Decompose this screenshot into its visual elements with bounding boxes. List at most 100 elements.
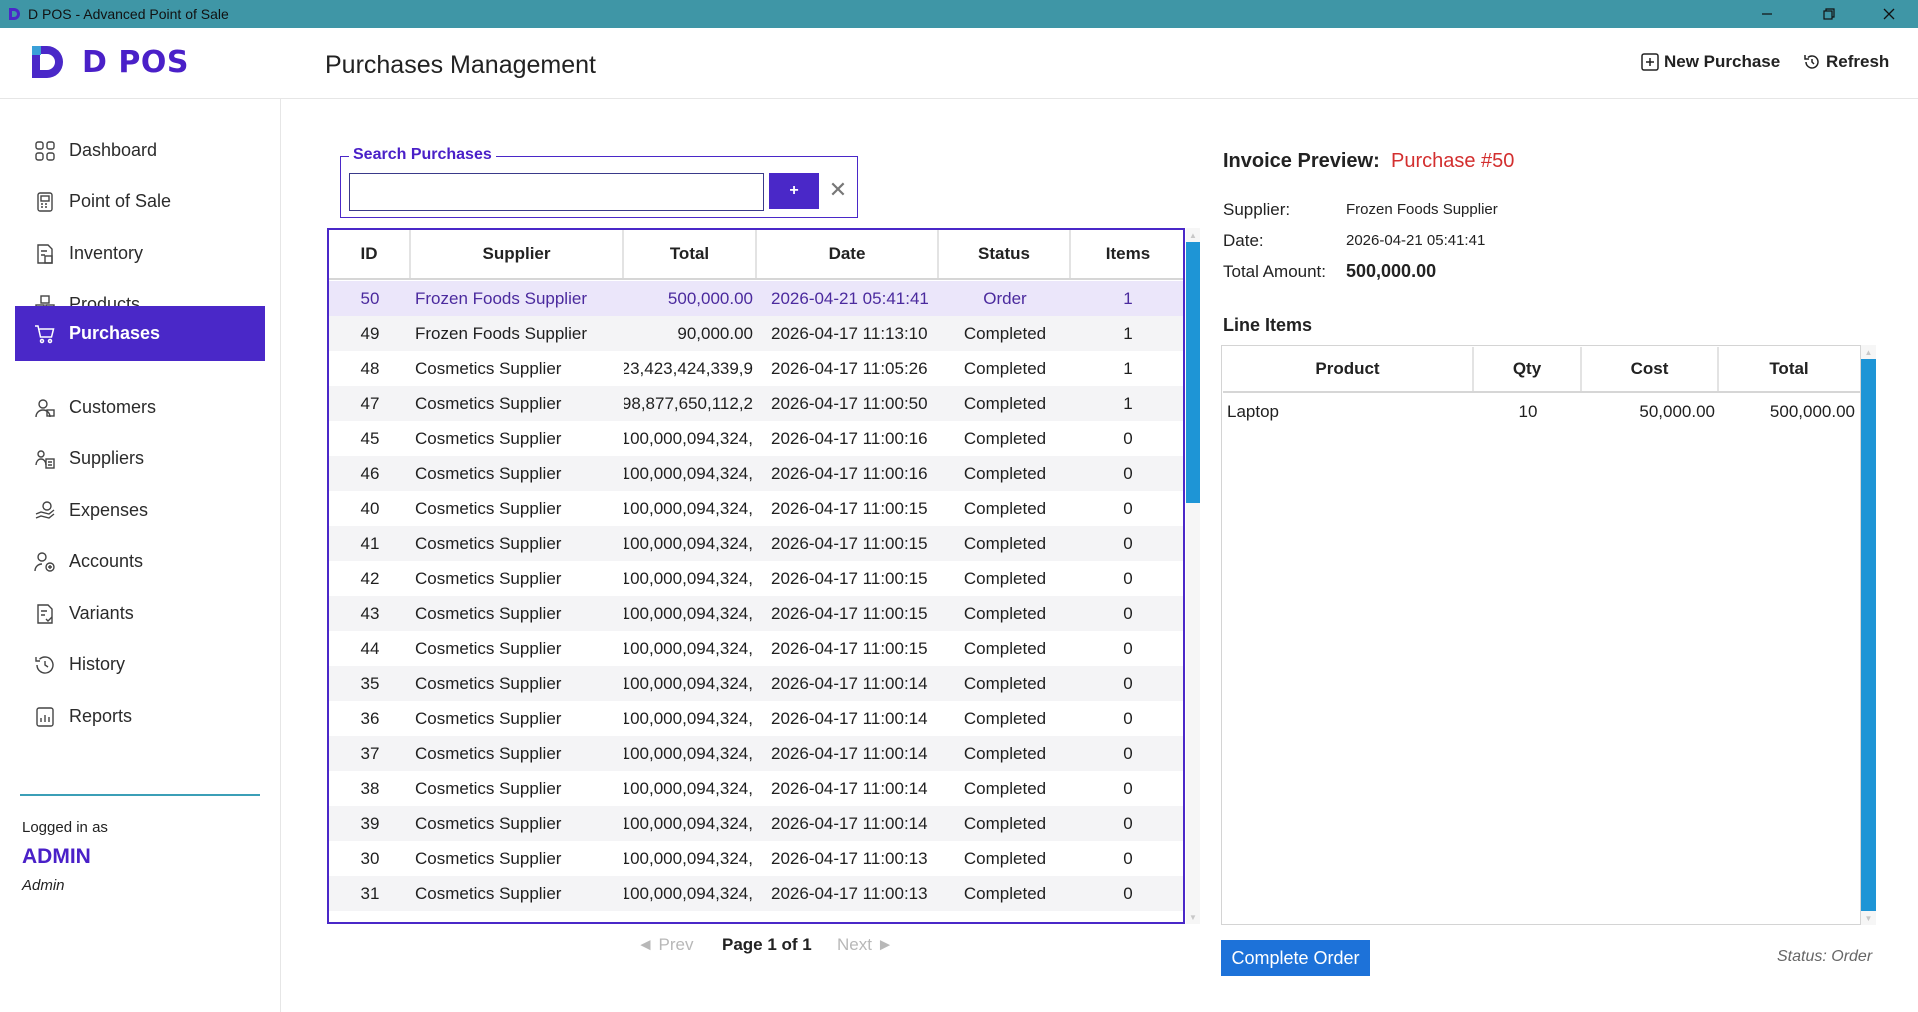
table-row[interactable]: 43 Cosmetics Supplier 100,000,094,324, 2026… xyxy=(329,596,1183,631)
table-row[interactable]: 31 Cosmetics Supplier 100,000,094,324, 2026… xyxy=(329,876,1183,911)
table-row[interactable]: 50 Frozen Foods Supplier 500,000.00 2026-04… xyxy=(329,281,1183,316)
table-body: 50 Frozen Foods Supplier 500,000.00 2026-04… xyxy=(329,281,1183,923)
column-header-supplier[interactable]: Supplier xyxy=(411,230,624,278)
restore-button[interactable] xyxy=(1806,0,1852,28)
cell-date: 2026-04-17 11:00:15 xyxy=(771,568,928,588)
sidebar-item-label: Reports xyxy=(69,706,133,726)
customers-icon xyxy=(35,398,55,417)
cell-id: 41 xyxy=(360,533,380,553)
cell-status: Completed xyxy=(963,883,1047,903)
cell-date: 2026-04-17 11:00:14 xyxy=(771,708,928,728)
supplier-value: Frozen Foods Supplier xyxy=(1346,201,1498,218)
cell-date: 2026-04-17 11:00:14 xyxy=(771,813,928,833)
column-header-cost[interactable]: Cost xyxy=(1582,347,1719,391)
scroll-thumb[interactable] xyxy=(1186,242,1200,503)
table-row[interactable]: 30 Cosmetics Supplier 100,000,094,324, 2026… xyxy=(329,841,1183,876)
sidebar-item-label: Expenses xyxy=(69,500,149,520)
sidebar-item-purchases[interactable]: Purchases xyxy=(15,306,265,361)
table-row[interactable]: 42 Cosmetics Supplier 100,000,094,324, 2026… xyxy=(329,561,1183,596)
reports-icon xyxy=(36,706,54,727)
table-row[interactable]: 45 Cosmetics Supplier 100,000,094,324, 2026… xyxy=(329,421,1183,456)
sidebar-divider xyxy=(20,794,260,796)
complete-order-button[interactable]: Complete Order xyxy=(1221,940,1370,976)
line-items-title: Line Items xyxy=(1223,315,1313,335)
sidebar-item-label: Accounts xyxy=(69,551,144,571)
cell-date: 2026-04-17 11:00:15 xyxy=(771,498,928,518)
column-header-items[interactable]: Items xyxy=(1071,230,1183,278)
table-row[interactable]: 49 Frozen Foods Supplier 90,000.00 2026-04-… xyxy=(329,316,1183,351)
window-title: D POS - Advanced Point of Sale xyxy=(28,6,229,22)
table-row[interactable]: 35 Cosmetics Supplier 100,000,094,324, 2026… xyxy=(329,666,1183,701)
cell-date: 2026-04-17 11:00:14 xyxy=(771,743,928,763)
column-header-line-total[interactable]: Total xyxy=(1719,347,1859,391)
cell-status: Completed xyxy=(963,778,1047,798)
cell-items: 0 xyxy=(1123,533,1133,553)
table-row[interactable]: 48 Cosmetics Supplier 23,423,424,339,9 2026… xyxy=(329,351,1183,386)
cell-items: 0 xyxy=(1123,883,1133,903)
column-header-qty[interactable]: Qty xyxy=(1474,347,1582,391)
table-row[interactable]: 44 Cosmetics Supplier 100,000,094,324, 2026… xyxy=(329,631,1183,666)
scroll-down-icon[interactable]: ▼ xyxy=(1861,911,1876,925)
cell-status: Completed xyxy=(963,568,1047,588)
table-row[interactable]: 41 Cosmetics Supplier 100,000,094,324, 2026… xyxy=(329,526,1183,561)
scroll-up-icon[interactable]: ▲ xyxy=(1186,228,1200,242)
sidebar-item-variants[interactable]: Variants xyxy=(15,586,265,641)
cell-supplier: Cosmetics Supplier xyxy=(415,358,562,378)
table-row[interactable]: 38 Cosmetics Supplier 100,000,094,324, 2026… xyxy=(329,771,1183,806)
sidebar-item-suppliers[interactable]: Suppliers xyxy=(15,431,265,486)
table-scrollbar[interactable]: ▲ ▼ xyxy=(1186,228,1200,924)
sidebar-item-dashboard[interactable]: Dashboard xyxy=(15,123,265,178)
cell-total: 23,423,424,339,9 xyxy=(624,358,753,378)
cell-total: 500,000.00 xyxy=(667,288,753,308)
dpos-logo-icon xyxy=(32,46,63,78)
line-item-row[interactable]: Laptop 10 50,000.00 500,000.00 xyxy=(1223,394,1860,430)
sidebar-item-history[interactable]: History xyxy=(15,637,265,692)
cell-date: 2026-04-21 05:41:41 xyxy=(771,288,929,308)
cell-date: 2026-04-17 11:05:26 xyxy=(771,358,928,378)
cell-supplier: Cosmetics Supplier xyxy=(415,848,562,868)
table-row[interactable]: 32Cosmetics Supplier100,000,094,324,2026… xyxy=(329,911,1183,923)
cell-id: 45 xyxy=(360,428,380,448)
table-row[interactable]: 39 Cosmetics Supplier 100,000,094,324, 2026… xyxy=(329,806,1183,841)
line-items-scrollbar[interactable]: ▲ ▼ xyxy=(1861,345,1876,925)
scroll-down-icon[interactable]: ▼ xyxy=(1186,910,1200,924)
prev-page-button[interactable]: ◄ Prev xyxy=(637,935,694,955)
cell-total: 100,000,094,324, xyxy=(624,463,753,483)
column-header-status[interactable]: Status xyxy=(939,230,1071,278)
sidebar-item-reports[interactable]: Reports xyxy=(15,689,265,744)
close-button[interactable] xyxy=(1866,0,1912,28)
table-row[interactable]: 36 Cosmetics Supplier 100,000,094,324, 2026… xyxy=(329,701,1183,736)
cell-total: 100,000,094,324, xyxy=(624,778,753,798)
table-row[interactable]: 47 Cosmetics Supplier 98,877,650,112,2 2026… xyxy=(329,386,1183,421)
variants-icon xyxy=(37,603,53,624)
new-purchase-button[interactable]: New Purchase xyxy=(1640,52,1780,72)
column-header-id[interactable]: ID xyxy=(329,230,411,278)
search-add-button[interactable]: + xyxy=(769,173,819,209)
cell-date: 2026-04-17 11:00:13 xyxy=(757,911,939,923)
table-row[interactable]: 46 Cosmetics Supplier 100,000,094,324, 2026… xyxy=(329,456,1183,491)
cell-supplier: Frozen Foods Supplier xyxy=(415,323,587,343)
clear-search-icon[interactable]: ✕ xyxy=(827,177,849,203)
sidebar-item-expenses[interactable]: Expenses xyxy=(15,483,265,538)
expenses-icon xyxy=(35,500,55,519)
search-input[interactable] xyxy=(349,173,764,211)
sidebar-item-label: Purchases xyxy=(69,323,161,343)
column-header-total[interactable]: Total xyxy=(624,230,757,278)
minimize-button[interactable] xyxy=(1744,0,1790,28)
table-row[interactable]: 37 Cosmetics Supplier 100,000,094,324, 2026… xyxy=(329,736,1183,771)
app-header: D POS Purchases Management New Purchase … xyxy=(0,28,1918,99)
scroll-thumb[interactable] xyxy=(1861,359,1876,911)
column-header-product[interactable]: Product xyxy=(1223,347,1474,391)
table-row[interactable]: 40 Cosmetics Supplier 100,000,094,324, 2026… xyxy=(329,491,1183,526)
sidebar-item-point-of-sale[interactable]: Point of Sale xyxy=(15,174,265,229)
sidebar-item-accounts[interactable]: Accounts xyxy=(15,534,265,589)
sidebar-item-customers[interactable]: Customers xyxy=(15,380,265,435)
refresh-button[interactable]: Refresh xyxy=(1802,52,1889,72)
page-title: Purchases Management xyxy=(325,51,596,79)
cell-items: 0 xyxy=(1123,743,1133,763)
column-header-date[interactable]: Date xyxy=(757,230,939,278)
sidebar-item-inventory[interactable]: Inventory xyxy=(15,226,265,281)
next-page-button[interactable]: Next ► xyxy=(837,935,894,955)
scroll-up-icon[interactable]: ▲ xyxy=(1861,345,1876,359)
cell-id: 30 xyxy=(360,848,380,868)
